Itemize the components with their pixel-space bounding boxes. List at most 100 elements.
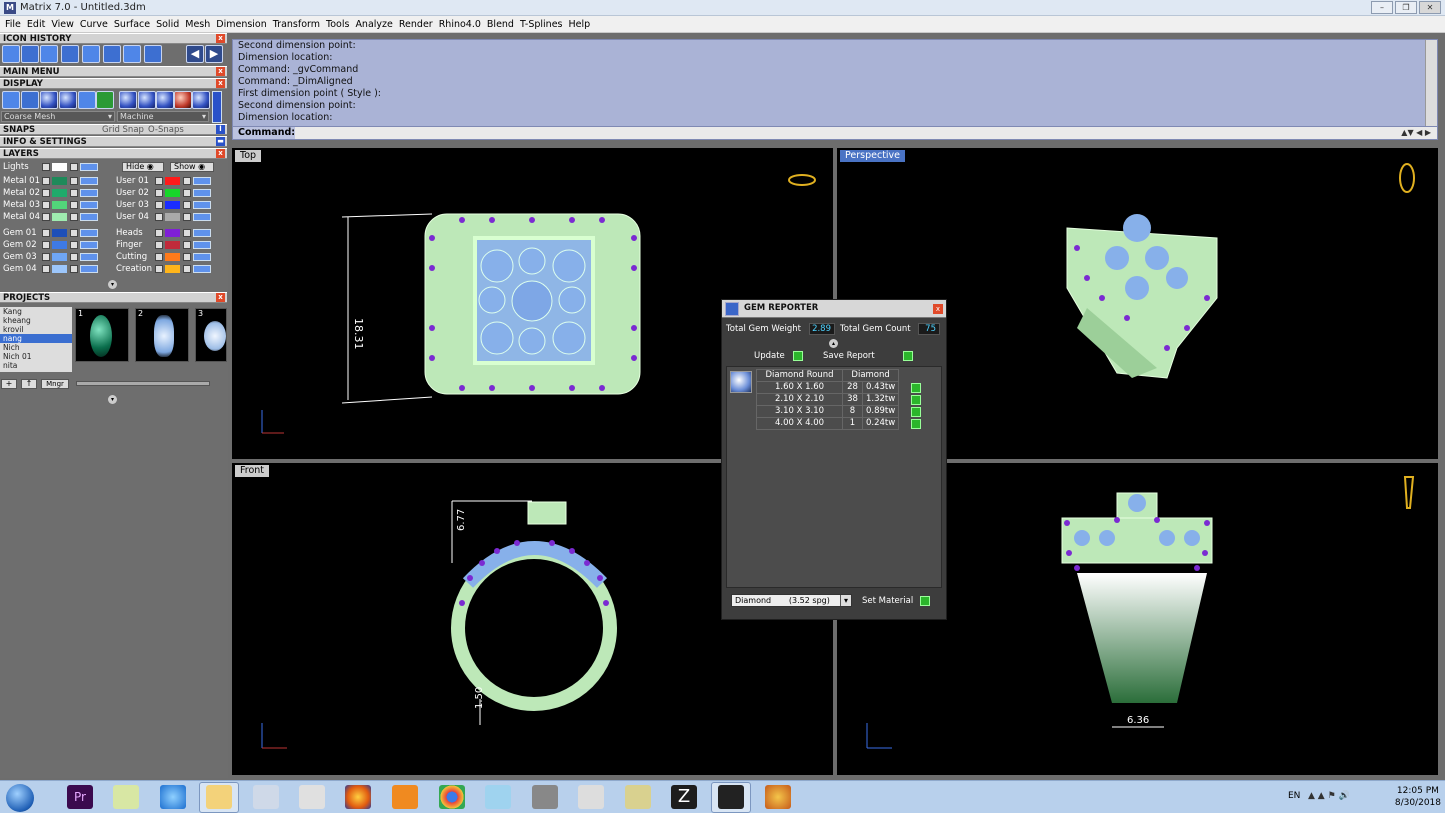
thumbnail-scrollbar[interactable] (76, 381, 210, 386)
tool-icon[interactable] (532, 785, 558, 809)
project-item-selected[interactable]: nang (0, 334, 72, 343)
project-thumbnail-2[interactable]: 2 (135, 308, 189, 362)
layer-row[interactable]: Heads (113, 228, 223, 239)
history-tool-4-icon[interactable] (61, 45, 79, 63)
menu-blend[interactable]: Blend (484, 19, 517, 30)
snipping-tool-icon[interactable] (299, 785, 325, 809)
command-nav-arrows-icon[interactable]: ▲▼ ◀ ▶ (1401, 127, 1431, 139)
history-tool-6-icon[interactable] (103, 45, 121, 63)
layer-row[interactable]: Metal 03 (0, 200, 110, 211)
layer-row[interactable]: Gem 03 (0, 252, 110, 263)
layer-color-swatch[interactable] (52, 253, 67, 261)
project-item[interactable]: kheang (0, 316, 72, 325)
table-row[interactable]: 1.60 X 1.60 28 0.43tw (756, 381, 900, 394)
lock-icon[interactable] (70, 253, 78, 261)
display-header[interactable]: DISPLAY x (0, 78, 227, 89)
layer-toggle[interactable] (42, 265, 50, 273)
layer-row[interactable]: Finger (113, 240, 223, 251)
lock-icon[interactable] (70, 229, 78, 237)
show-button[interactable]: Show ◉ (170, 162, 214, 172)
gem-reporter-titlebar[interactable]: GEM REPORTER x (722, 300, 946, 318)
layer-select[interactable] (80, 265, 98, 273)
set-material-button[interactable]: Set Material (862, 596, 913, 607)
material-sphere-4-icon[interactable] (174, 91, 192, 109)
layer-toggle[interactable] (155, 265, 163, 273)
layer-select[interactable] (193, 189, 211, 197)
expand-icon[interactable]: ▾ (108, 280, 117, 289)
tray-icons[interactable]: ▲ ▲ ⚑ 🔊 (1308, 791, 1350, 801)
info-header[interactable]: INFO & SETTINGS ▬ (0, 136, 227, 147)
layer-color-swatch[interactable] (165, 189, 180, 197)
layer-toggle[interactable] (155, 229, 163, 237)
layer-color-swatch[interactable] (165, 201, 180, 209)
project-list[interactable]: Kang kheang krovil nang Nich Nich 01 nit… (0, 307, 72, 372)
layer-color-swatch[interactable] (165, 177, 180, 185)
layer-toggle[interactable] (42, 163, 50, 171)
table-row[interactable]: 3.10 X 3.10 8 0.89tw (756, 405, 900, 418)
layer-color-swatch[interactable] (52, 213, 67, 221)
up-arrow-icon[interactable]: ↑ (21, 379, 37, 389)
paint-icon[interactable] (765, 785, 791, 809)
material-sphere-2-icon[interactable] (138, 91, 156, 109)
table-row[interactable]: 4.00 X 4.00 1 0.24tw (756, 417, 900, 430)
layer-toggle[interactable] (42, 213, 50, 221)
collapse-icon[interactable]: ▴ (829, 339, 838, 348)
play-icon[interactable] (920, 596, 930, 606)
lock-icon[interactable] (70, 177, 78, 185)
lock-icon[interactable] (183, 177, 191, 185)
snaps-header[interactable]: SNAPS Grid Snap O-Snaps l (0, 124, 227, 135)
close-icon[interactable]: x (216, 34, 225, 43)
minimize-button[interactable]: – (1371, 1, 1393, 14)
layer-row[interactable]: Gem 02 (0, 240, 110, 251)
lock-icon[interactable] (183, 265, 191, 273)
layer-toggle[interactable] (155, 213, 163, 221)
menu-curve[interactable]: Curve (77, 19, 111, 30)
matrix-z-icon[interactable]: Z (671, 785, 697, 809)
zbrush-icon[interactable] (578, 785, 604, 809)
snaps-pin-icon[interactable]: l (216, 125, 225, 134)
language-indicator[interactable]: EN (1288, 791, 1300, 801)
explorer-icon[interactable] (206, 785, 232, 809)
start-button[interactable] (6, 784, 34, 812)
layer-select[interactable] (80, 241, 98, 249)
lock-icon[interactable] (70, 265, 78, 273)
icon-history-header[interactable]: ICON HISTORY x (0, 33, 227, 44)
row-select-icon[interactable] (911, 407, 921, 417)
layer-color-swatch[interactable] (165, 229, 180, 237)
layer-color-swatch[interactable] (165, 265, 180, 273)
layer-select[interactable] (193, 229, 211, 237)
layer-row[interactable]: User 01 (113, 176, 223, 187)
material-sphere-1-icon[interactable] (119, 91, 137, 109)
material-sphere-3-icon[interactable] (156, 91, 174, 109)
lock-icon[interactable] (70, 213, 78, 221)
history-tool-3-icon[interactable] (40, 45, 58, 63)
table-row[interactable]: 2.10 X 2.10 38 1.32tw (756, 393, 900, 406)
lock-icon[interactable] (70, 241, 78, 249)
layer-select[interactable] (80, 189, 98, 197)
layer-select[interactable] (80, 163, 98, 171)
save-report-button[interactable]: Save Report (823, 351, 875, 362)
firefox-icon[interactable] (345, 785, 371, 809)
layer-select[interactable] (80, 177, 98, 185)
layer-color-swatch[interactable] (52, 201, 67, 209)
history-forward-icon[interactable]: ▶ (205, 45, 223, 63)
layer-select[interactable] (80, 201, 98, 209)
close-icon[interactable]: x (933, 304, 943, 314)
menu-view[interactable]: View (48, 19, 77, 30)
projects-header[interactable]: PROJECTS x (0, 292, 227, 303)
project-item[interactable]: Nich 01 (0, 352, 72, 361)
layer-row[interactable]: Gem 04 (0, 264, 110, 275)
layer-row[interactable]: Metal 04 (0, 212, 110, 223)
layer-toggle[interactable] (42, 229, 50, 237)
display-slider[interactable] (212, 91, 222, 123)
history-tool-7-icon[interactable] (123, 45, 141, 63)
add-project-button[interactable]: + (1, 379, 17, 389)
layer-row[interactable]: Metal 01 (0, 176, 110, 187)
menu-tools[interactable]: Tools (323, 19, 352, 30)
main-menu-header[interactable]: MAIN MENU x (0, 66, 227, 77)
lock-icon[interactable] (183, 189, 191, 197)
layer-toggle[interactable] (42, 253, 50, 261)
lock-icon[interactable] (183, 213, 191, 221)
menu-dimension[interactable]: Dimension (213, 19, 270, 30)
expand-icon[interactable]: ▾ (108, 395, 117, 404)
